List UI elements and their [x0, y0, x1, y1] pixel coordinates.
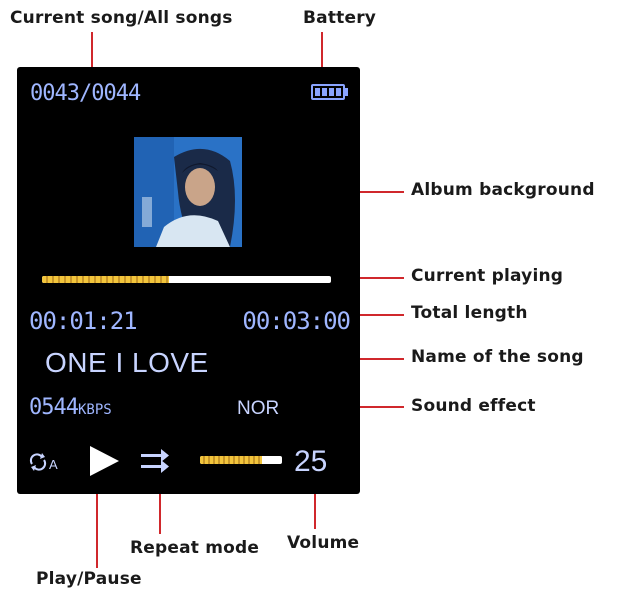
label-volume: Volume — [287, 533, 360, 553]
label-sound-effect: Sound effect — [411, 396, 536, 416]
progress-fill — [42, 276, 170, 283]
bitrate-value: 0544 — [29, 395, 79, 420]
progress-bar[interactable] — [42, 276, 331, 283]
label-name-of-the-song: Name of the song — [411, 347, 584, 367]
repeat-all-icon[interactable]: A — [29, 451, 65, 478]
label-total-length: Total length — [411, 303, 528, 323]
sound-effect-mode: NOR — [237, 398, 280, 419]
track-counter: 0043/0044 — [30, 81, 141, 106]
label-battery: Battery — [303, 8, 377, 28]
volume-level: 25 — [294, 445, 328, 478]
battery-terminal — [344, 88, 348, 96]
volume-bar[interactable] — [200, 456, 282, 464]
song-name: ONE I LOVE — [45, 347, 209, 378]
album-art-portrait — [134, 137, 242, 247]
bitrate-unit: KBPS — [77, 402, 112, 418]
total-time: 00:03:00 — [242, 307, 351, 335]
volume-fill — [200, 456, 262, 464]
battery-icon — [311, 84, 345, 100]
repeat-mode-letter: A — [49, 457, 58, 472]
current-time: 00:01:21 — [29, 307, 138, 335]
album-art — [134, 137, 242, 247]
label-repeat-mode: Repeat mode — [130, 538, 260, 558]
label-current-playing: Current playing — [411, 266, 564, 286]
leader-line-play-pause — [96, 481, 98, 568]
repeat-arrows-icon: A — [29, 453, 58, 472]
play-icon[interactable] — [87, 444, 121, 483]
label-play-pause: Play/Pause — [36, 569, 142, 589]
label-current-song-all-songs: Current song/All songs — [10, 8, 233, 28]
bitrate: 0544KBPS — [29, 395, 112, 420]
label-album-background: Album background — [411, 180, 595, 200]
player-screen: 0043/0044 00:01:21 00:03:00 ONE I LOVE 0… — [17, 67, 360, 494]
repeat-mode-icon[interactable] — [139, 448, 171, 479]
